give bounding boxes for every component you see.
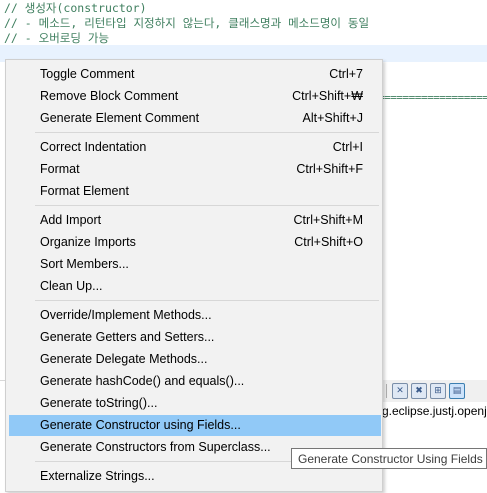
remove-all-icon[interactable]: ✖ [411, 383, 427, 399]
menu-item-organize-imports[interactable]: Organize Imports Ctrl+Shift+O [9, 232, 381, 253]
menu-item-format-element[interactable]: Format Element [9, 181, 381, 202]
menu-item-label: Remove Block Comment [40, 89, 179, 103]
menu-item-label: Organize Imports [40, 235, 136, 249]
menu-item-generate-hashcode-equals[interactable]: Generate hashCode() and equals()... [9, 371, 381, 392]
menu-item-label: Generate toString()... [40, 396, 158, 410]
menu-separator [35, 300, 379, 301]
menu-item-label: Clean Up... [40, 279, 103, 293]
menu-item-correct-indentation[interactable]: Correct Indentation Ctrl+I [9, 137, 381, 158]
menu-item-label: Generate Constructors from Superclass... [40, 440, 271, 454]
menu-item-generate-constructor-using-fields[interactable]: Generate Constructor using Fields... [9, 415, 381, 436]
pin-console-icon[interactable]: ⊞ [430, 383, 446, 399]
console-toolbar: ✕ ✖ ⊞ ▤ [380, 380, 487, 402]
menu-item-add-import[interactable]: Add Import Ctrl+Shift+M [9, 210, 381, 231]
menu-item-generate-getters-setters[interactable]: Generate Getters and Setters... [9, 327, 381, 348]
menu-item-toggle-comment[interactable]: Toggle Comment Ctrl+7 [9, 64, 381, 85]
toolbar-separator [386, 384, 387, 398]
menu-item-remove-block-comment[interactable]: Remove Block Comment Ctrl+Shift+₩ [9, 86, 381, 107]
menu-item-label: Toggle Comment [40, 67, 135, 81]
code-separator-line: ==================== [378, 91, 487, 104]
console-path-text: g.eclipse.justj.openj [382, 404, 487, 418]
menu-item-shortcut: Ctrl+Shift+O [294, 235, 363, 249]
menu-item-shortcut: Ctrl+7 [329, 67, 363, 81]
menu-item-label: Generate Delegate Methods... [40, 352, 208, 366]
remove-launch-icon[interactable]: ✕ [392, 383, 408, 399]
menu-item-label: Generate Constructor using Fields... [40, 418, 241, 432]
menu-item-label: Externalize Strings... [40, 469, 155, 483]
menu-item-generate-element-comment[interactable]: Generate Element Comment Alt+Shift+J [9, 108, 381, 129]
menu-item-label: Format Element [40, 184, 129, 198]
code-comment-line: // - 오버로딩 가능 [4, 31, 110, 45]
menu-item-clean-up[interactable]: Clean Up... [9, 276, 381, 297]
menu-item-format[interactable]: Format Ctrl+Shift+F [9, 159, 381, 180]
menu-item-shortcut: Ctrl+Shift+F [296, 162, 363, 176]
menu-separator [35, 132, 379, 133]
menu-item-label: Generate Getters and Setters... [40, 330, 215, 344]
menu-separator [35, 205, 379, 206]
menu-item-label: Format [40, 162, 80, 176]
menu-item-label: Add Import [40, 213, 102, 227]
menu-item-override-implement-methods[interactable]: Override/Implement Methods... [9, 305, 381, 326]
menu-item-sort-members[interactable]: Sort Members... [9, 254, 381, 275]
menu-item-generate-delegate-methods[interactable]: Generate Delegate Methods... [9, 349, 381, 370]
menu-item-label: Override/Implement Methods... [40, 308, 212, 322]
menu-item-label: Generate hashCode() and equals()... [40, 374, 245, 388]
code-comment-line: // 생성자(constructor) [4, 1, 147, 15]
tooltip: Generate Constructor Using Fields [291, 448, 487, 469]
menu-item-externalize-strings[interactable]: Externalize Strings... [9, 466, 381, 487]
menu-item-shortcut: Ctrl+Shift+₩ [292, 89, 363, 103]
menu-item-label: Sort Members... [40, 257, 129, 271]
menu-item-label: Generate Element Comment [40, 111, 200, 125]
menu-item-shortcut: Alt+Shift+J [302, 111, 363, 125]
menu-item-label: Correct Indentation [40, 140, 147, 154]
menu-item-shortcut: Ctrl+Shift+M [293, 213, 363, 227]
display-selected-console-icon[interactable]: ▤ [449, 383, 465, 399]
menu-item-shortcut: Ctrl+I [332, 140, 363, 154]
code-comment-line: // - 메소드, 리턴타입 지정하지 않는다, 클래스명과 메소드명이 동일 [4, 16, 370, 30]
source-context-menu: Toggle Comment Ctrl+7 Remove Block Comme… [5, 59, 383, 492]
menu-item-generate-tostring[interactable]: Generate toString()... [9, 393, 381, 414]
